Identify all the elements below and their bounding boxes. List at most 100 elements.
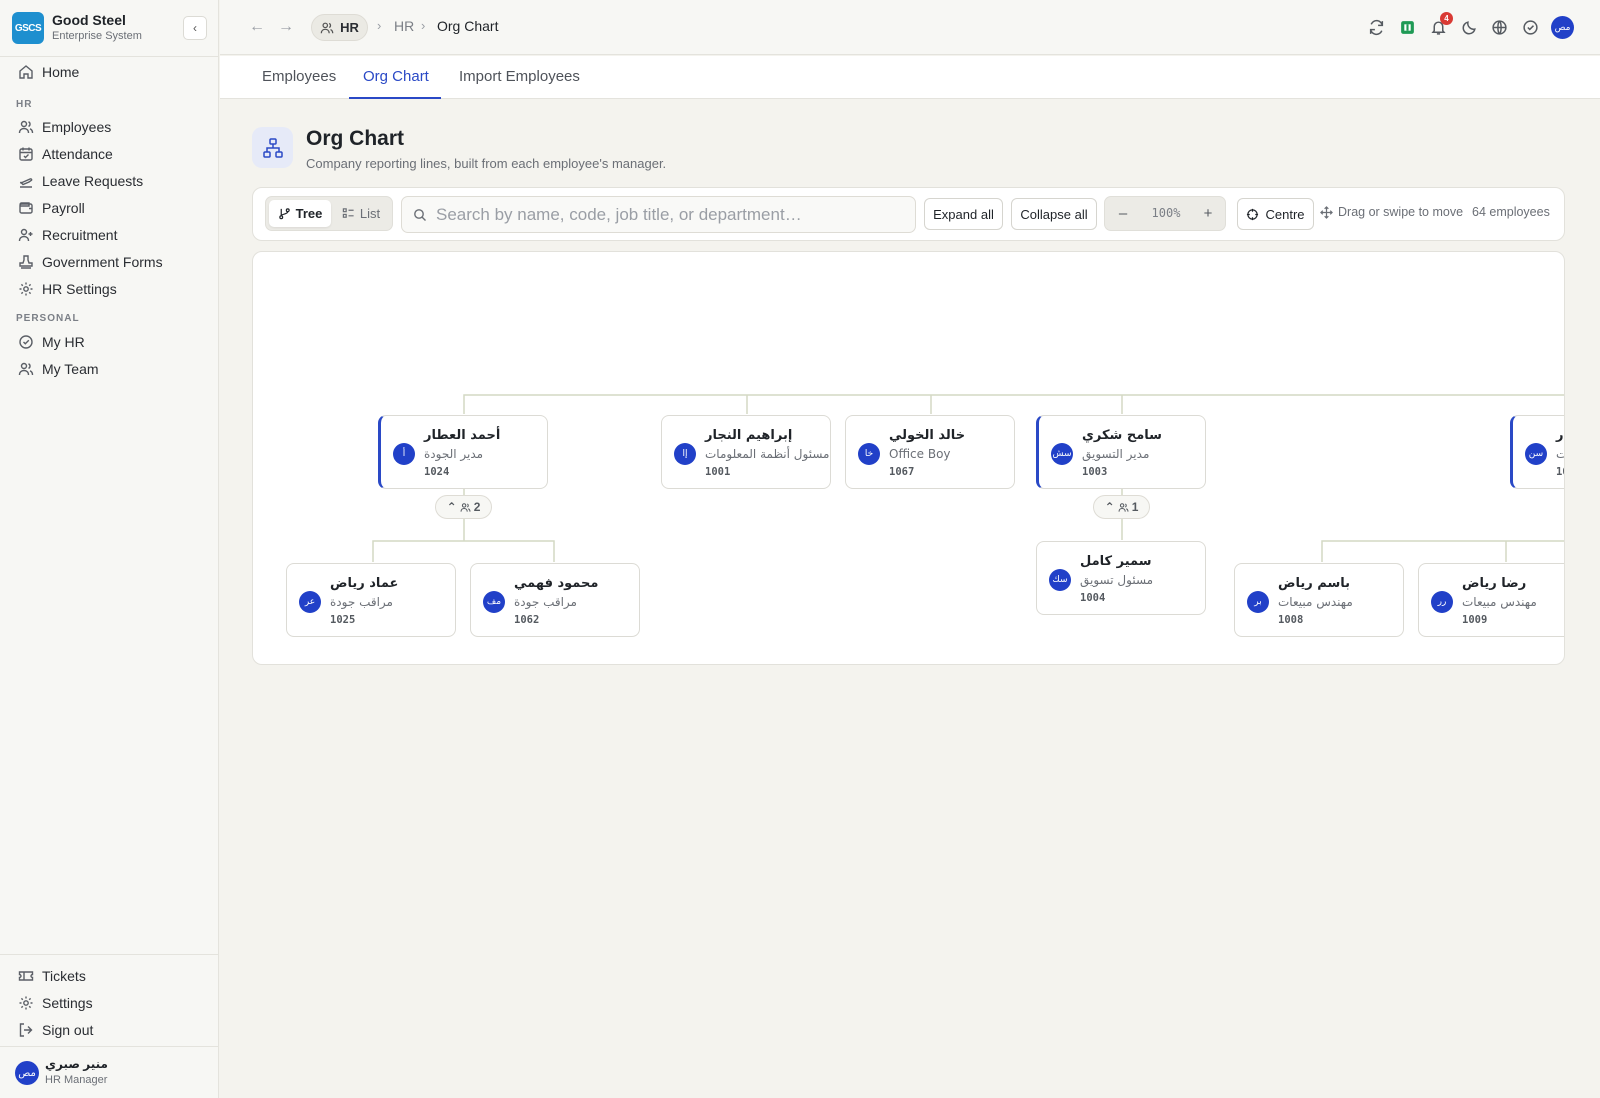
avatar: بر bbox=[1247, 591, 1269, 613]
zoom-in-button[interactable]: + bbox=[1199, 204, 1217, 222]
org-node-card[interactable]: بر باسم رياض مهندس مبيعات 1008 bbox=[1234, 563, 1404, 637]
sidebar-item-label: Recruitment bbox=[42, 227, 118, 243]
avatar: سن bbox=[1525, 443, 1547, 465]
reports-count: 2 bbox=[473, 500, 481, 514]
sidebar-item-recruitment[interactable]: Recruitment bbox=[18, 224, 208, 246]
sidebar-item-my-team[interactable]: My Team bbox=[18, 358, 208, 380]
sidebar-item-government-forms[interactable]: Government Forms bbox=[18, 251, 208, 273]
gear-icon bbox=[18, 281, 34, 297]
avatar: أ bbox=[393, 443, 415, 465]
tab-employees[interactable]: Employees bbox=[262, 68, 336, 85]
employee-code: 1024 bbox=[424, 466, 450, 478]
employee-code: 1067 bbox=[889, 466, 915, 478]
employee-code: 1003 bbox=[1082, 466, 1108, 478]
employee-name: أحمد العطار bbox=[424, 428, 501, 443]
topbar: ← → HR › HR › Org Chart 4 مص bbox=[220, 0, 1600, 55]
crosshair-icon bbox=[1247, 208, 1259, 220]
breadcrumb-separator-icon: › bbox=[377, 18, 382, 33]
sidebar-item-label: My Team bbox=[42, 361, 99, 377]
org-node-card[interactable]: خا خالد الخولي Office Boy 1067 bbox=[845, 415, 1015, 489]
git-branch-icon bbox=[278, 208, 290, 220]
avatar[interactable]: مص bbox=[15, 1061, 39, 1085]
org-node-card[interactable]: رر رضا رياض مهندس مبيعات 1009 bbox=[1418, 563, 1564, 637]
employee-title: مدير التسويق bbox=[1082, 447, 1150, 461]
collapse-reports-toggle[interactable]: ⌃ 2 bbox=[435, 495, 492, 519]
org-node-card[interactable]: سش سامح شكري مدير التسويق 1003 bbox=[1036, 415, 1206, 489]
avatar: إا bbox=[674, 443, 696, 465]
expand-all-button[interactable]: Expand all bbox=[924, 198, 1003, 230]
employee-title: مراقب جودة bbox=[514, 595, 577, 609]
employee-count: 64 employees bbox=[1472, 205, 1550, 219]
users-icon bbox=[18, 119, 34, 135]
refresh-button[interactable] bbox=[1366, 17, 1386, 37]
sidebar-item-employees[interactable]: Employees bbox=[18, 116, 208, 138]
chevron-up-icon: ⌃ bbox=[446, 500, 457, 514]
brand-subtitle: Enterprise System bbox=[52, 30, 142, 42]
tab-import-employees[interactable]: Import Employees bbox=[459, 68, 580, 85]
list-icon bbox=[342, 208, 354, 218]
search-input[interactable] bbox=[436, 204, 896, 225]
avatar: عر bbox=[299, 591, 321, 613]
breadcrumb-item[interactable]: HR bbox=[394, 18, 414, 34]
user-plus-icon bbox=[18, 227, 34, 243]
theme-toggle-button[interactable] bbox=[1459, 17, 1479, 37]
page-title: Org Chart bbox=[306, 127, 405, 150]
users-icon bbox=[320, 22, 334, 33]
sidebar-item-label: Tickets bbox=[42, 968, 86, 984]
forward-button[interactable]: → bbox=[277, 18, 295, 36]
sidebar-item-tickets[interactable]: Tickets bbox=[18, 965, 208, 987]
sidebar-item-my-hr[interactable]: My HR bbox=[18, 331, 208, 353]
sidebar-item-sign-out[interactable]: Sign out bbox=[18, 1019, 208, 1041]
spreadsheet-button[interactable] bbox=[1397, 17, 1417, 37]
back-button[interactable]: ← bbox=[248, 18, 266, 36]
calendar-check-icon bbox=[18, 146, 34, 162]
avatar: سش bbox=[1051, 443, 1073, 465]
collapse-sidebar-button[interactable]: ‹ bbox=[183, 16, 207, 40]
employee-name: عماد رياض bbox=[330, 576, 399, 591]
active-tab-indicator bbox=[349, 97, 441, 99]
org-node-card[interactable]: مف محمود فهمي مراقب جودة 1062 bbox=[470, 563, 640, 637]
org-node-card[interactable]: أ أحمد العطار مدير الجودة 1024 bbox=[378, 415, 548, 489]
brand[interactable]: GSCS Good Steel Enterprise System bbox=[12, 12, 207, 44]
brand-name: Good Steel bbox=[52, 12, 126, 28]
employee-title: مسئول أنظمة المعلومات bbox=[705, 447, 830, 461]
sidebar-item-attendance[interactable]: Attendance bbox=[18, 143, 208, 165]
centre-button[interactable]: Centre bbox=[1237, 198, 1314, 230]
language-button[interactable] bbox=[1489, 17, 1509, 37]
sidebar-item-payroll[interactable]: Payroll bbox=[18, 197, 208, 219]
org-node-card[interactable]: إا إبراهيم النجار مسئول أنظمة المعلومات … bbox=[661, 415, 831, 489]
nav-section-hr: HR bbox=[16, 99, 33, 110]
module-pill[interactable]: HR bbox=[311, 14, 368, 41]
divider bbox=[0, 56, 219, 57]
collapse-reports-toggle[interactable]: ⌃ 1 bbox=[1093, 495, 1150, 519]
sidebar-item-hr-settings[interactable]: HR Settings bbox=[18, 278, 208, 300]
org-chart-canvas[interactable]: أ أحمد العطار مدير الجودة 1024 ⌃ 2 إا إب… bbox=[252, 251, 1565, 665]
view-list-button[interactable]: List bbox=[332, 200, 390, 227]
zoom-out-button[interactable]: – bbox=[1114, 204, 1132, 222]
moon-icon bbox=[1462, 20, 1476, 34]
sidebar-item-settings[interactable]: Settings bbox=[18, 992, 208, 1014]
user-name: منير صبري bbox=[45, 1057, 108, 1071]
employee-title: مدير الجودة bbox=[424, 447, 484, 461]
avatar[interactable]: مص bbox=[1551, 16, 1574, 39]
refresh-icon bbox=[1369, 19, 1383, 35]
tasks-button[interactable] bbox=[1520, 17, 1540, 37]
org-node-card[interactable]: سن ار ت 10 bbox=[1510, 415, 1564, 489]
collapse-all-button[interactable]: Collapse all bbox=[1011, 198, 1097, 230]
employee-title: مهندس مبيعات bbox=[1278, 595, 1353, 609]
logout-icon bbox=[18, 1022, 34, 1038]
view-tree-button[interactable]: Tree bbox=[269, 200, 331, 227]
avatar: خا bbox=[858, 443, 880, 465]
org-node-card[interactable]: عر عماد رياض مراقب جودة 1025 bbox=[286, 563, 456, 637]
employee-title: مسئول تسويق bbox=[1080, 573, 1154, 587]
employee-title: مهندس مبيعات bbox=[1462, 595, 1537, 609]
employee-code: 1008 bbox=[1278, 614, 1304, 626]
sidebar-item-home[interactable]: Home bbox=[18, 61, 208, 83]
gear-icon bbox=[18, 995, 34, 1011]
org-node-card[interactable]: سك سمير كامل مسئول تسويق 1004 bbox=[1036, 541, 1206, 615]
globe-icon bbox=[1491, 19, 1507, 35]
sidebar-item-label: My HR bbox=[42, 334, 85, 350]
users-icon bbox=[460, 502, 471, 512]
sidebar-item-leave-requests[interactable]: Leave Requests bbox=[18, 170, 208, 192]
tab-org-chart[interactable]: Org Chart bbox=[363, 68, 429, 85]
